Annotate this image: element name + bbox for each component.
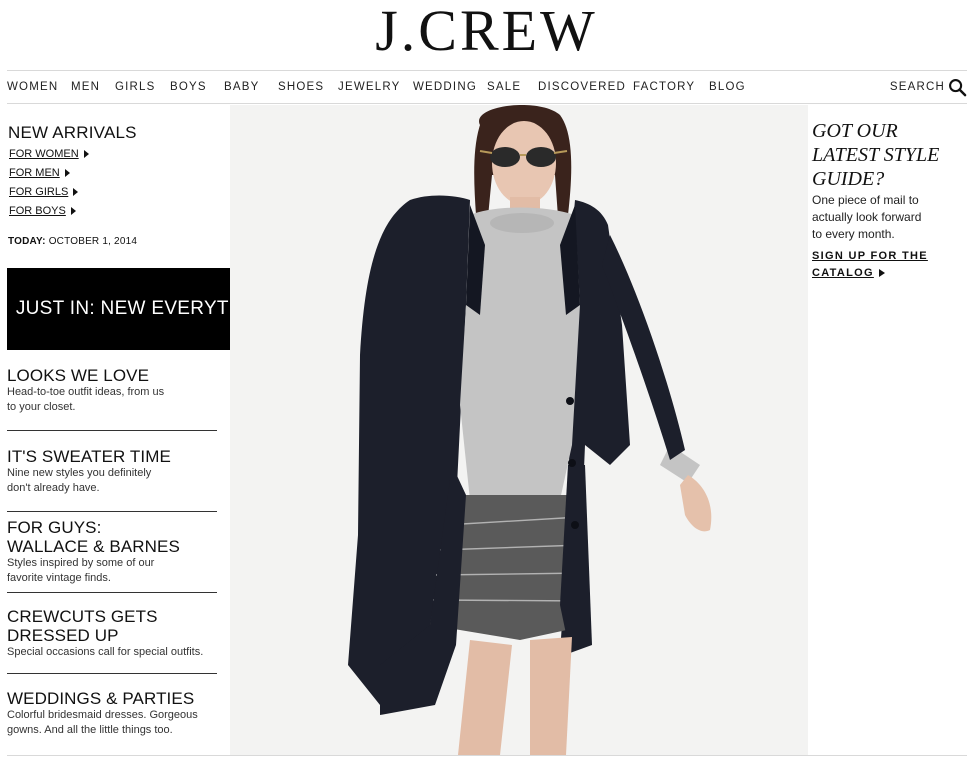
bottom-divider	[7, 755, 967, 756]
link-label: FOR MEN	[9, 167, 60, 179]
nav-item-girls[interactable]: GIRLS	[115, 81, 156, 93]
catalog-signup-label: SIGN UP FOR THE CATALOG	[812, 250, 928, 279]
feature-weddings-parties[interactable]: WEDDINGS & PARTIES Colorful bridesmaid d…	[7, 689, 217, 738]
catalog-signup-link[interactable]: SIGN UP FOR THE CATALOG	[812, 248, 928, 282]
nav-item-wedding[interactable]: WEDDING	[413, 81, 477, 93]
feature-description: Nine new styles you definitely don't alr…	[7, 467, 152, 494]
nav-item-blog[interactable]: BLOG	[709, 81, 746, 93]
search-label: SEARCH	[889, 81, 945, 93]
link-label: FOR WOMEN	[9, 148, 79, 160]
arrow-right-icon	[878, 269, 885, 278]
feature-title: LOOKS WE LOVE	[7, 366, 150, 385]
nav-item-boys[interactable]: BOYS	[170, 81, 207, 93]
link-label: FOR GIRLS	[9, 186, 69, 198]
arrow-right-icon	[83, 150, 89, 158]
nav-item-discovered[interactable]: DISCOVERED	[538, 81, 626, 93]
feature-description: Special occasions call for special outfi…	[7, 646, 204, 658]
model-photo	[230, 105, 808, 755]
nav-item-jewelry[interactable]: JEWELRY	[338, 81, 401, 93]
feature-title: WEDDINGS & PARTIES	[7, 689, 195, 708]
arrow-right-icon	[64, 169, 70, 177]
nav-item-factory[interactable]: FACTORY	[633, 81, 695, 93]
feature-title: FOR GUYS: WALLACE & BARNES	[7, 518, 180, 556]
divider	[7, 430, 217, 431]
divider	[7, 592, 217, 593]
link-label: FOR BOYS	[9, 205, 66, 217]
style-guide-description: One piece of mail to actually look forwa…	[812, 193, 922, 241]
link-new-arrivals-women[interactable]: FOR WOMEN	[9, 148, 89, 160]
nav-item-sale[interactable]: SALE	[487, 81, 521, 93]
feature-description: Styles inspired by some of our favorite …	[7, 557, 155, 584]
feature-looks-we-love[interactable]: LOOKS WE LOVE Head-to-toe outfit ideas, …	[7, 366, 217, 415]
hero-image[interactable]	[230, 105, 808, 755]
feature-sweater-time[interactable]: IT'S SWEATER TIME Nine new styles you de…	[7, 447, 217, 496]
feature-crewcuts[interactable]: CREWCUTS GETS DRESSED UP Special occasio…	[7, 607, 217, 660]
today-date: TODAY: OCTOBER 1, 2014	[8, 236, 137, 247]
arrow-right-icon	[70, 207, 76, 215]
arrow-right-icon	[73, 188, 79, 196]
nav-item-women[interactable]: WOMEN	[7, 81, 58, 93]
brand-logo[interactable]: J.CREW	[0, 0, 973, 62]
search-button[interactable]: SEARCH	[890, 77, 967, 97]
divider	[7, 511, 217, 512]
feature-for-guys[interactable]: FOR GUYS: WALLACE & BARNES Styles inspir…	[7, 518, 217, 586]
feature-title: IT'S SWEATER TIME	[7, 447, 171, 466]
magnifier-icon	[949, 78, 967, 96]
new-arrivals-heading: NEW ARRIVALS	[8, 123, 137, 142]
today-value: OCTOBER 1, 2014	[48, 236, 138, 247]
divider	[7, 673, 217, 674]
feature-description: Colorful bridesmaid dresses. Gorgeous go…	[7, 709, 198, 736]
link-new-arrivals-boys[interactable]: FOR BOYS	[9, 205, 76, 217]
style-guide-heading: GOT OUR LATEST STYLE GUIDE?	[812, 120, 940, 190]
feature-title: CREWCUTS GETS DRESSED UP	[7, 607, 158, 645]
nav-item-shoes[interactable]: SHOES	[278, 81, 324, 93]
link-new-arrivals-girls[interactable]: FOR GIRLS	[9, 186, 79, 198]
link-new-arrivals-men[interactable]: FOR MEN	[9, 167, 70, 179]
today-label: TODAY:	[8, 236, 46, 247]
feature-description: Head-to-toe outfit ideas, from us to you…	[7, 386, 165, 413]
nav-item-men[interactable]: MEN	[71, 81, 100, 93]
main-nav: WOMEN MEN GIRLS BOYS BABY SHOES JEWELRY …	[7, 70, 967, 104]
nav-item-baby[interactable]: BABY	[224, 81, 259, 93]
